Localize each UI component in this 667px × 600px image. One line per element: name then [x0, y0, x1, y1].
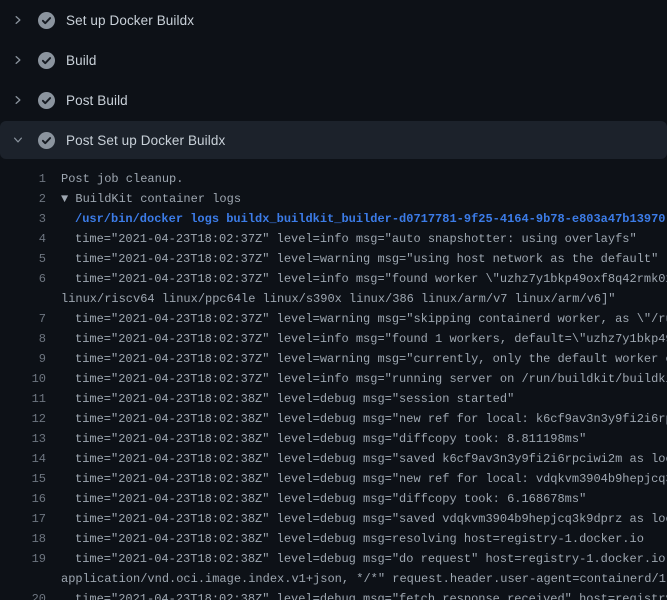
step-list: Set up Docker Buildx Build Post Build Post … — [0, 0, 667, 159]
chevron-right-icon[interactable] — [12, 14, 24, 26]
log-line-number[interactable]: 6 — [0, 269, 46, 289]
log-line-number[interactable]: 5 — [0, 249, 46, 269]
log-command-text: /usr/bin/docker logs buildx_buildkit_bui… — [46, 209, 666, 229]
log-text: time="2021-04-23T18:02:38Z" level=debug … — [46, 469, 667, 489]
log-line: 1Post job cleanup. — [0, 169, 667, 189]
log-line: 7time="2021-04-23T18:02:37Z" level=warni… — [0, 309, 667, 329]
log-line-number[interactable]: 11 — [0, 389, 46, 409]
log-line: application/vnd.oci.image.index.v1+json,… — [0, 569, 667, 589]
log-line: 18time="2021-04-23T18:02:38Z" level=debu… — [0, 529, 667, 549]
log-text: Post job cleanup. — [46, 169, 183, 189]
log-line: 16time="2021-04-23T18:02:38Z" level=debu… — [0, 489, 667, 509]
log-text: time="2021-04-23T18:02:38Z" level=debug … — [46, 509, 667, 529]
log-line-number[interactable]: 14 — [0, 449, 46, 469]
log-line: 14time="2021-04-23T18:02:38Z" level=debu… — [0, 449, 667, 469]
chevron-right-icon[interactable] — [12, 54, 24, 66]
log-line: 10time="2021-04-23T18:02:37Z" level=info… — [0, 369, 667, 389]
chevron-right-icon[interactable] — [12, 94, 24, 106]
log-line: 6time="2021-04-23T18:02:37Z" level=info … — [0, 269, 667, 289]
log-line-number[interactable]: 4 — [0, 229, 46, 249]
log-group-toggle[interactable]: ▼ BuildKit container logs — [46, 189, 241, 209]
log-line: 5time="2021-04-23T18:02:37Z" level=warni… — [0, 249, 667, 269]
log-text: time="2021-04-23T18:02:38Z" level=debug … — [46, 549, 667, 569]
log-line-number — [0, 289, 46, 309]
log-line: 3/usr/bin/docker logs buildx_buildkit_bu… — [0, 209, 667, 229]
log-line-number[interactable]: 8 — [0, 329, 46, 349]
step-row-post-build[interactable]: Post Build — [0, 80, 667, 120]
check-circle-icon — [38, 132, 55, 149]
step-row-post-set-up-docker-buildx[interactable]: Post Set up Docker Buildx — [0, 121, 667, 159]
log-line: 19time="2021-04-23T18:02:38Z" level=debu… — [0, 549, 667, 569]
log-line: 12time="2021-04-23T18:02:38Z" level=debu… — [0, 409, 667, 429]
log-text: time="2021-04-23T18:02:37Z" level=warnin… — [46, 309, 667, 329]
check-circle-icon — [38, 12, 55, 29]
check-circle-icon — [38, 92, 55, 109]
log-line-number[interactable]: 15 — [0, 469, 46, 489]
log-line: 9time="2021-04-23T18:02:37Z" level=warni… — [0, 349, 667, 369]
log-text: time="2021-04-23T18:02:37Z" level=warnin… — [46, 349, 667, 369]
log-line: 17time="2021-04-23T18:02:38Z" level=debu… — [0, 509, 667, 529]
log-line: 15time="2021-04-23T18:02:38Z" level=debu… — [0, 469, 667, 489]
log-text: application/vnd.oci.image.index.v1+json,… — [46, 569, 667, 589]
log-line: linux/riscv64 linux/ppc64le linux/s390x … — [0, 289, 667, 309]
log-line-number[interactable]: 1 — [0, 169, 46, 189]
step-label: Set up Docker Buildx — [66, 13, 194, 28]
step-row-set-up-docker-buildx[interactable]: Set up Docker Buildx — [0, 0, 667, 40]
log-line-number[interactable]: 16 — [0, 489, 46, 509]
log-line-number[interactable]: 13 — [0, 429, 46, 449]
check-circle-icon — [38, 52, 55, 69]
log-line: 2▼ BuildKit container logs — [0, 189, 667, 209]
log-text: time="2021-04-23T18:02:37Z" level=info m… — [46, 329, 667, 349]
log-line-number[interactable]: 7 — [0, 309, 46, 329]
log-text: time="2021-04-23T18:02:37Z" level=info m… — [46, 369, 667, 389]
log-text: time="2021-04-23T18:02:38Z" level=debug … — [46, 449, 667, 469]
log-line-number[interactable]: 12 — [0, 409, 46, 429]
step-label: Post Build — [66, 93, 128, 108]
step-label: Post Set up Docker Buildx — [66, 133, 225, 148]
log-line-number[interactable]: 17 — [0, 509, 46, 529]
log-text: time="2021-04-23T18:02:38Z" level=debug … — [46, 529, 644, 549]
log-text: linux/riscv64 linux/ppc64le linux/s390x … — [46, 289, 616, 309]
step-label: Build — [66, 53, 97, 68]
log-line-number[interactable]: 2 — [0, 189, 46, 209]
actions-log-viewer: Set up Docker Buildx Build Post Build Post … — [0, 0, 667, 600]
log-line-number[interactable]: 9 — [0, 349, 46, 369]
log-line-number[interactable]: 20 — [0, 589, 46, 600]
log-line-number[interactable]: 3 — [0, 209, 46, 229]
log-line: 4time="2021-04-23T18:02:37Z" level=info … — [0, 229, 667, 249]
log-line-number[interactable]: 18 — [0, 529, 46, 549]
log-line: 20time="2021-04-23T18:02:38Z" level=debu… — [0, 589, 667, 600]
log-line: 11time="2021-04-23T18:02:38Z" level=debu… — [0, 389, 667, 409]
log-text: time="2021-04-23T18:02:37Z" level=info m… — [46, 229, 637, 249]
log-line-number[interactable]: 19 — [0, 549, 46, 569]
log-text: time="2021-04-23T18:02:38Z" level=debug … — [46, 389, 514, 409]
log-text: time="2021-04-23T18:02:37Z" level=info m… — [46, 269, 667, 289]
log-output: 1Post job cleanup.2▼ BuildKit container … — [0, 160, 667, 600]
log-text: time="2021-04-23T18:02:38Z" level=debug … — [46, 429, 586, 449]
log-text: time="2021-04-23T18:02:37Z" level=warnin… — [46, 249, 658, 269]
log-line: 8time="2021-04-23T18:02:37Z" level=info … — [0, 329, 667, 349]
log-text: time="2021-04-23T18:02:38Z" level=debug … — [46, 489, 586, 509]
log-line-number[interactable]: 10 — [0, 369, 46, 389]
log-text: time="2021-04-23T18:02:38Z" level=debug … — [46, 589, 667, 600]
log-line-number — [0, 569, 46, 589]
step-row-build[interactable]: Build — [0, 40, 667, 80]
chevron-down-icon[interactable] — [12, 134, 24, 146]
log-line: 13time="2021-04-23T18:02:38Z" level=debu… — [0, 429, 667, 449]
log-text: time="2021-04-23T18:02:38Z" level=debug … — [46, 409, 667, 429]
